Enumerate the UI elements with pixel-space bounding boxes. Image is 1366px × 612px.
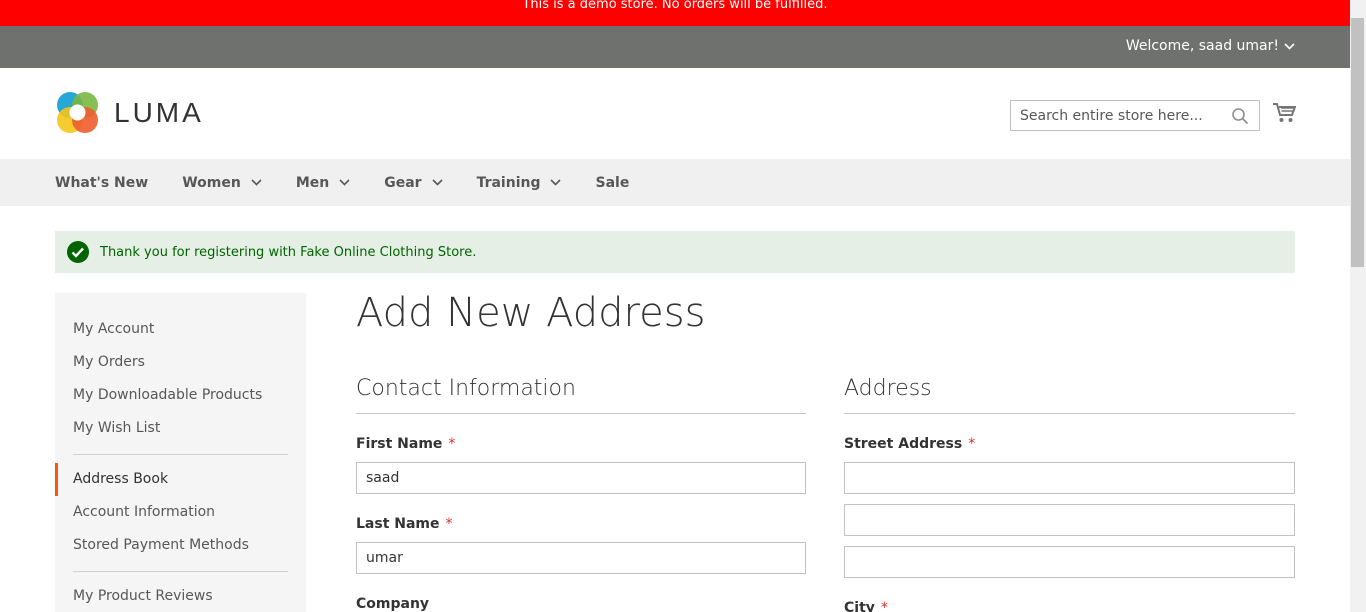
sidebar-item-my-orders[interactable]: My Orders — [55, 346, 306, 379]
nav-item-label: Training — [476, 174, 541, 191]
company-label-text: Company — [356, 596, 430, 612]
last-name-input[interactable] — [356, 542, 806, 574]
first-name-label: First Name * — [356, 436, 806, 452]
sidebar-divider — [73, 454, 288, 455]
chevron-down-icon — [339, 179, 350, 186]
street-address-line-2-input[interactable] — [844, 504, 1295, 536]
account-sidebar: My Account My Orders My Downloadable Pro… — [55, 293, 306, 612]
scrollbar-thumb[interactable] — [1351, 18, 1364, 267]
chevron-down-icon — [550, 179, 562, 186]
first-name-input[interactable] — [356, 462, 806, 494]
sidebar-divider — [73, 571, 288, 572]
nav-item-label: What's New — [55, 174, 149, 191]
company-label: Company — [356, 596, 806, 612]
contact-information-fieldset: Contact Information First Name * Last Na… — [356, 373, 806, 612]
search-icon[interactable] — [1231, 107, 1249, 125]
nav-item-sale[interactable]: Sale — [595, 175, 629, 191]
last-name-label: Last Name * — [356, 516, 806, 532]
city-label-text: City — [844, 600, 875, 612]
street-address-label-text: Street Address — [844, 436, 963, 452]
nav-item-label: Women — [182, 174, 241, 191]
sidebar-item-my-account[interactable]: My Account — [55, 313, 306, 346]
chevron-down-icon — [431, 179, 443, 186]
luma-logo-icon — [57, 92, 98, 133]
site-header: LUMA — [0, 68, 1350, 159]
street-address-label: Street Address * — [844, 436, 1295, 452]
customer-welcome-menu[interactable]: Welcome, saad umar! — [1126, 26, 1295, 66]
chevron-down-icon — [251, 179, 262, 186]
sidebar-item-product-reviews[interactable]: My Product Reviews — [55, 580, 306, 612]
main-navigation: What's New Women Men Gear Training Sale — [0, 159, 1350, 206]
street-address-line-3-input[interactable] — [844, 546, 1295, 578]
last-name-label-text: Last Name — [356, 516, 440, 532]
nav-item-men[interactable]: Men — [296, 175, 350, 191]
nav-item-women[interactable]: Women — [182, 175, 262, 191]
cart-icon[interactable] — [1272, 101, 1296, 125]
nav-item-training[interactable]: Training — [477, 175, 562, 191]
page-title: Add New Address — [356, 290, 706, 336]
required-mark: * — [968, 436, 976, 452]
nav-item-label: Sale — [595, 174, 630, 191]
search-input[interactable] — [1011, 101, 1221, 130]
success-message: Thank you for registering with Fake Onli… — [55, 231, 1295, 273]
nav-item-label: Gear — [384, 174, 422, 191]
success-message-text: Thank you for registering with Fake Onli… — [100, 244, 477, 260]
search-box — [1010, 100, 1260, 131]
chevron-down-icon — [1284, 42, 1295, 50]
city-label: City * — [844, 600, 1295, 612]
required-mark: * — [448, 436, 456, 452]
welcome-text: Welcome, saad umar! — [1125, 38, 1279, 54]
address-legend: Address — [844, 373, 1295, 414]
sidebar-item-stored-payment-methods[interactable]: Stored Payment Methods — [55, 529, 306, 562]
street-address-line-1-input[interactable] — [844, 462, 1295, 494]
nav-item-gear[interactable]: Gear — [384, 174, 443, 191]
nav-item-label: Men — [295, 174, 330, 191]
nav-item-whats-new[interactable]: What's New — [55, 175, 148, 191]
demo-store-notice: This is a demo store. No orders will be … — [0, 0, 1350, 26]
store-logo[interactable]: LUMA — [55, 90, 204, 135]
address-fieldset: Address Street Address * City * — [844, 373, 1295, 612]
sidebar-item-downloadable-products[interactable]: My Downloadable Products — [55, 379, 306, 412]
top-bar: Welcome, saad umar! — [0, 26, 1350, 68]
contact-information-legend: Contact Information — [356, 373, 806, 414]
first-name-label-text: First Name — [356, 436, 443, 452]
check-circle-icon — [67, 241, 89, 263]
required-mark: * — [445, 516, 453, 532]
required-mark: * — [880, 600, 888, 612]
logo-text: LUMA — [114, 96, 204, 128]
sidebar-item-address-book[interactable]: Address Book — [55, 463, 306, 496]
sidebar-item-account-information[interactable]: Account Information — [55, 496, 306, 529]
sidebar-item-wish-list[interactable]: My Wish List — [55, 412, 306, 445]
